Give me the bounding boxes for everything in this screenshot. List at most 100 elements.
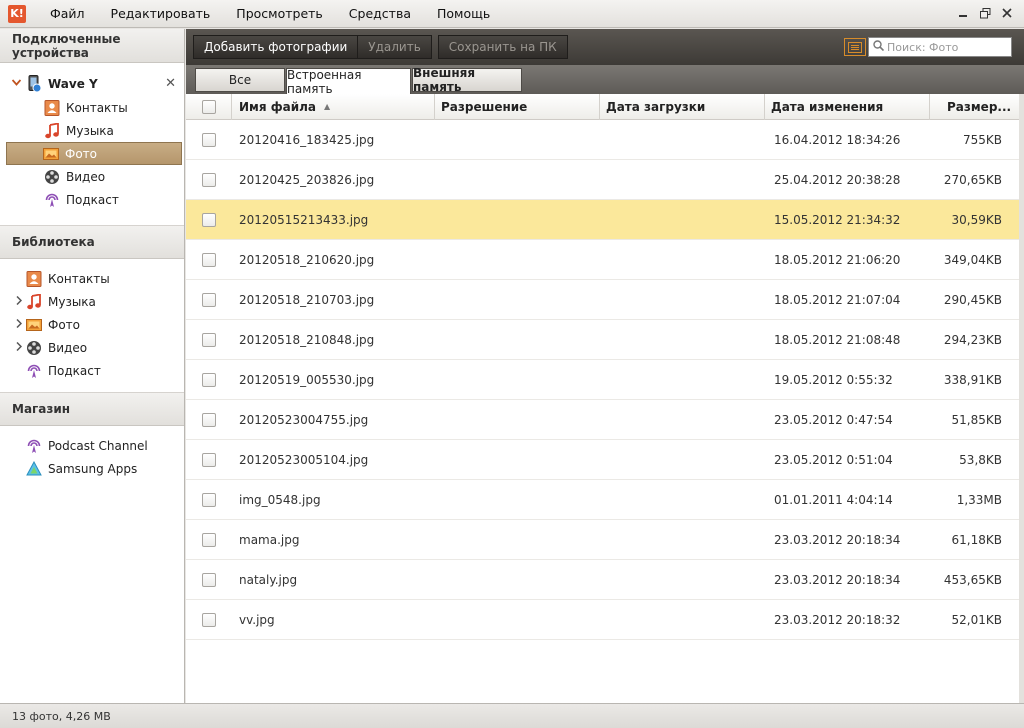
column-header-modified[interactable]: Дата изменения (765, 94, 930, 120)
close-icon[interactable] (996, 4, 1018, 22)
table-row[interactable]: img_0548.jpg 01.01.2011 4:04:14 1,33MB (186, 480, 1019, 520)
resolution-cell (435, 240, 600, 279)
tab-external-memory[interactable]: Внешняя память (412, 66, 522, 94)
upload-date-cell (600, 560, 765, 599)
sidebar: Подключенные устройства Wave Y ✕ Контакт… (0, 29, 185, 703)
store-item-podcast-channel[interactable]: Podcast Channel (0, 434, 184, 457)
menu-view[interactable]: Просмотреть (236, 6, 323, 21)
column-header-size[interactable]: Размер... (930, 94, 1019, 120)
chevron-down-icon[interactable] (10, 78, 22, 89)
file-name-cell: mama.jpg (239, 532, 300, 547)
select-all-cell (186, 94, 232, 120)
device-item-podcast[interactable]: Подкаст (0, 188, 184, 211)
file-name-cell: 20120515213433.jpg (239, 212, 369, 227)
menu-edit[interactable]: Редактировать (111, 6, 211, 21)
column-header-upload-date[interactable]: Дата загрузки (600, 94, 765, 120)
restore-icon[interactable] (974, 4, 996, 22)
device-item-music[interactable]: Музыка (0, 119, 184, 142)
size-cell: 338,91KB (943, 372, 1002, 387)
row-checkbox[interactable] (202, 492, 216, 507)
row-checkbox[interactable] (202, 332, 216, 347)
device-item-video[interactable]: Видео (0, 165, 184, 188)
search-box[interactable] (868, 37, 1012, 57)
table-row[interactable]: vv.jpg 23.03.2012 20:18:32 52,01KB (186, 600, 1019, 640)
app-logo: K! (8, 4, 26, 23)
size-cell: 30,59KB (951, 212, 1002, 227)
size-cell: 453,65KB (943, 572, 1002, 587)
library-item-photo[interactable]: Фото (0, 313, 184, 336)
size-cell: 290,45KB (943, 292, 1002, 307)
chevron-right-icon[interactable] (12, 341, 26, 354)
size-cell: 52,01KB (951, 612, 1002, 627)
table-row[interactable]: 20120518_210703.jpg 18.05.2012 21:07:04 29… (186, 280, 1019, 320)
file-name-cell: 20120425_203826.jpg (239, 172, 375, 187)
select-all-checkbox[interactable] (201, 99, 216, 114)
table-row[interactable]: 20120523005104.jpg 23.05.2012 0:51:04 53,8… (186, 440, 1019, 480)
table-row[interactable]: 20120519_005530.jpg 19.05.2012 0:55:32 338… (186, 360, 1019, 400)
row-checkbox[interactable] (202, 532, 216, 547)
add-photos-button[interactable]: Добавить фотографии (193, 35, 359, 59)
library-item-music[interactable]: Музыка (0, 290, 184, 313)
table-row[interactable]: 20120518_210620.jpg 18.05.2012 21:06:20 34… (186, 240, 1019, 280)
tab-all[interactable]: Все (195, 68, 285, 92)
table-row[interactable]: 20120515213433.jpg 15.05.2012 21:34:32 30,… (186, 200, 1019, 240)
search-input[interactable] (887, 40, 1007, 54)
modified-date-cell: 16.04.2012 18:34:26 (774, 132, 901, 147)
chevron-right-icon[interactable] (12, 295, 26, 308)
column-header-name[interactable]: Имя файла ▲ (232, 94, 435, 120)
column-header-name-label: Имя файла (239, 99, 317, 114)
upload-date-cell (600, 160, 765, 199)
row-checkbox-cell (186, 120, 232, 159)
save-to-pc-button[interactable]: Сохранить на ПК (437, 35, 568, 59)
column-header-resolution[interactable]: Разрешение (435, 94, 600, 120)
table-row[interactable]: nataly.jpg 23.03.2012 20:18:34 453,65KB (186, 560, 1019, 600)
table-row[interactable]: 20120523004755.jpg 23.05.2012 0:47:54 51,8… (186, 400, 1019, 440)
file-name-cell: vv.jpg (239, 612, 275, 627)
device-item-contacts[interactable]: Контакты (0, 96, 184, 119)
row-checkbox[interactable] (202, 292, 216, 307)
table-row[interactable]: 20120416_183425.jpg 16.04.2012 18:34:26 75… (186, 120, 1019, 160)
size-cell: 61,18KB (951, 532, 1002, 547)
library-item-contacts-label: Контакты (48, 271, 110, 286)
library-item-podcast[interactable]: Подкаст (0, 359, 184, 382)
tab-internal-memory[interactable]: Встроенная память (286, 68, 411, 96)
row-checkbox[interactable] (202, 452, 216, 467)
menu-help[interactable]: Помощь (437, 6, 490, 21)
disconnect-device-button[interactable]: ✕ (165, 76, 176, 91)
resolution-cell (435, 120, 600, 159)
table-row[interactable]: 20120425_203826.jpg 25.04.2012 20:38:28 27… (186, 160, 1019, 200)
device-item-photo[interactable]: Фото (6, 142, 182, 165)
row-checkbox[interactable] (202, 612, 216, 627)
upload-date-cell (600, 480, 765, 519)
toolbar: Добавить фотографии Удалить Сохранить на… (186, 29, 1024, 65)
row-checkbox-cell (186, 560, 232, 599)
upload-date-cell (600, 520, 765, 559)
samsung-apps-icon (26, 460, 42, 477)
menu-file[interactable]: Файл (50, 6, 85, 21)
table-row[interactable]: mama.jpg 23.03.2012 20:18:34 61,18KB (186, 520, 1019, 560)
chevron-right-icon[interactable] (12, 318, 26, 331)
library-item-video[interactable]: Видео (0, 336, 184, 359)
table-row[interactable]: 20120518_210848.jpg 18.05.2012 21:08:48 29… (186, 320, 1019, 360)
row-checkbox[interactable] (202, 132, 216, 147)
row-checkbox[interactable] (202, 252, 216, 267)
file-name-cell: 20120416_183425.jpg (239, 132, 375, 147)
store-item-samsung-apps[interactable]: Samsung Apps (0, 457, 184, 480)
library-item-contacts[interactable]: Контакты (0, 267, 184, 290)
minimize-icon[interactable] (952, 4, 974, 22)
menu-tools[interactable]: Средства (349, 6, 411, 21)
device-wave-y[interactable]: Wave Y ✕ (0, 71, 184, 96)
delete-button[interactable]: Удалить (358, 35, 432, 59)
search-icon (873, 40, 885, 54)
row-checkbox[interactable] (202, 372, 216, 387)
window-controls (952, 4, 1018, 22)
upload-date-cell (600, 120, 765, 159)
row-checkbox[interactable] (202, 572, 216, 587)
row-checkbox[interactable] (202, 172, 216, 187)
list-view-icon[interactable] (843, 38, 866, 56)
size-cell: 51,85KB (951, 412, 1002, 427)
row-checkbox[interactable] (202, 412, 216, 427)
vertical-scrollbar[interactable] (1019, 94, 1024, 703)
music-icon (26, 293, 42, 310)
row-checkbox[interactable] (202, 212, 216, 227)
